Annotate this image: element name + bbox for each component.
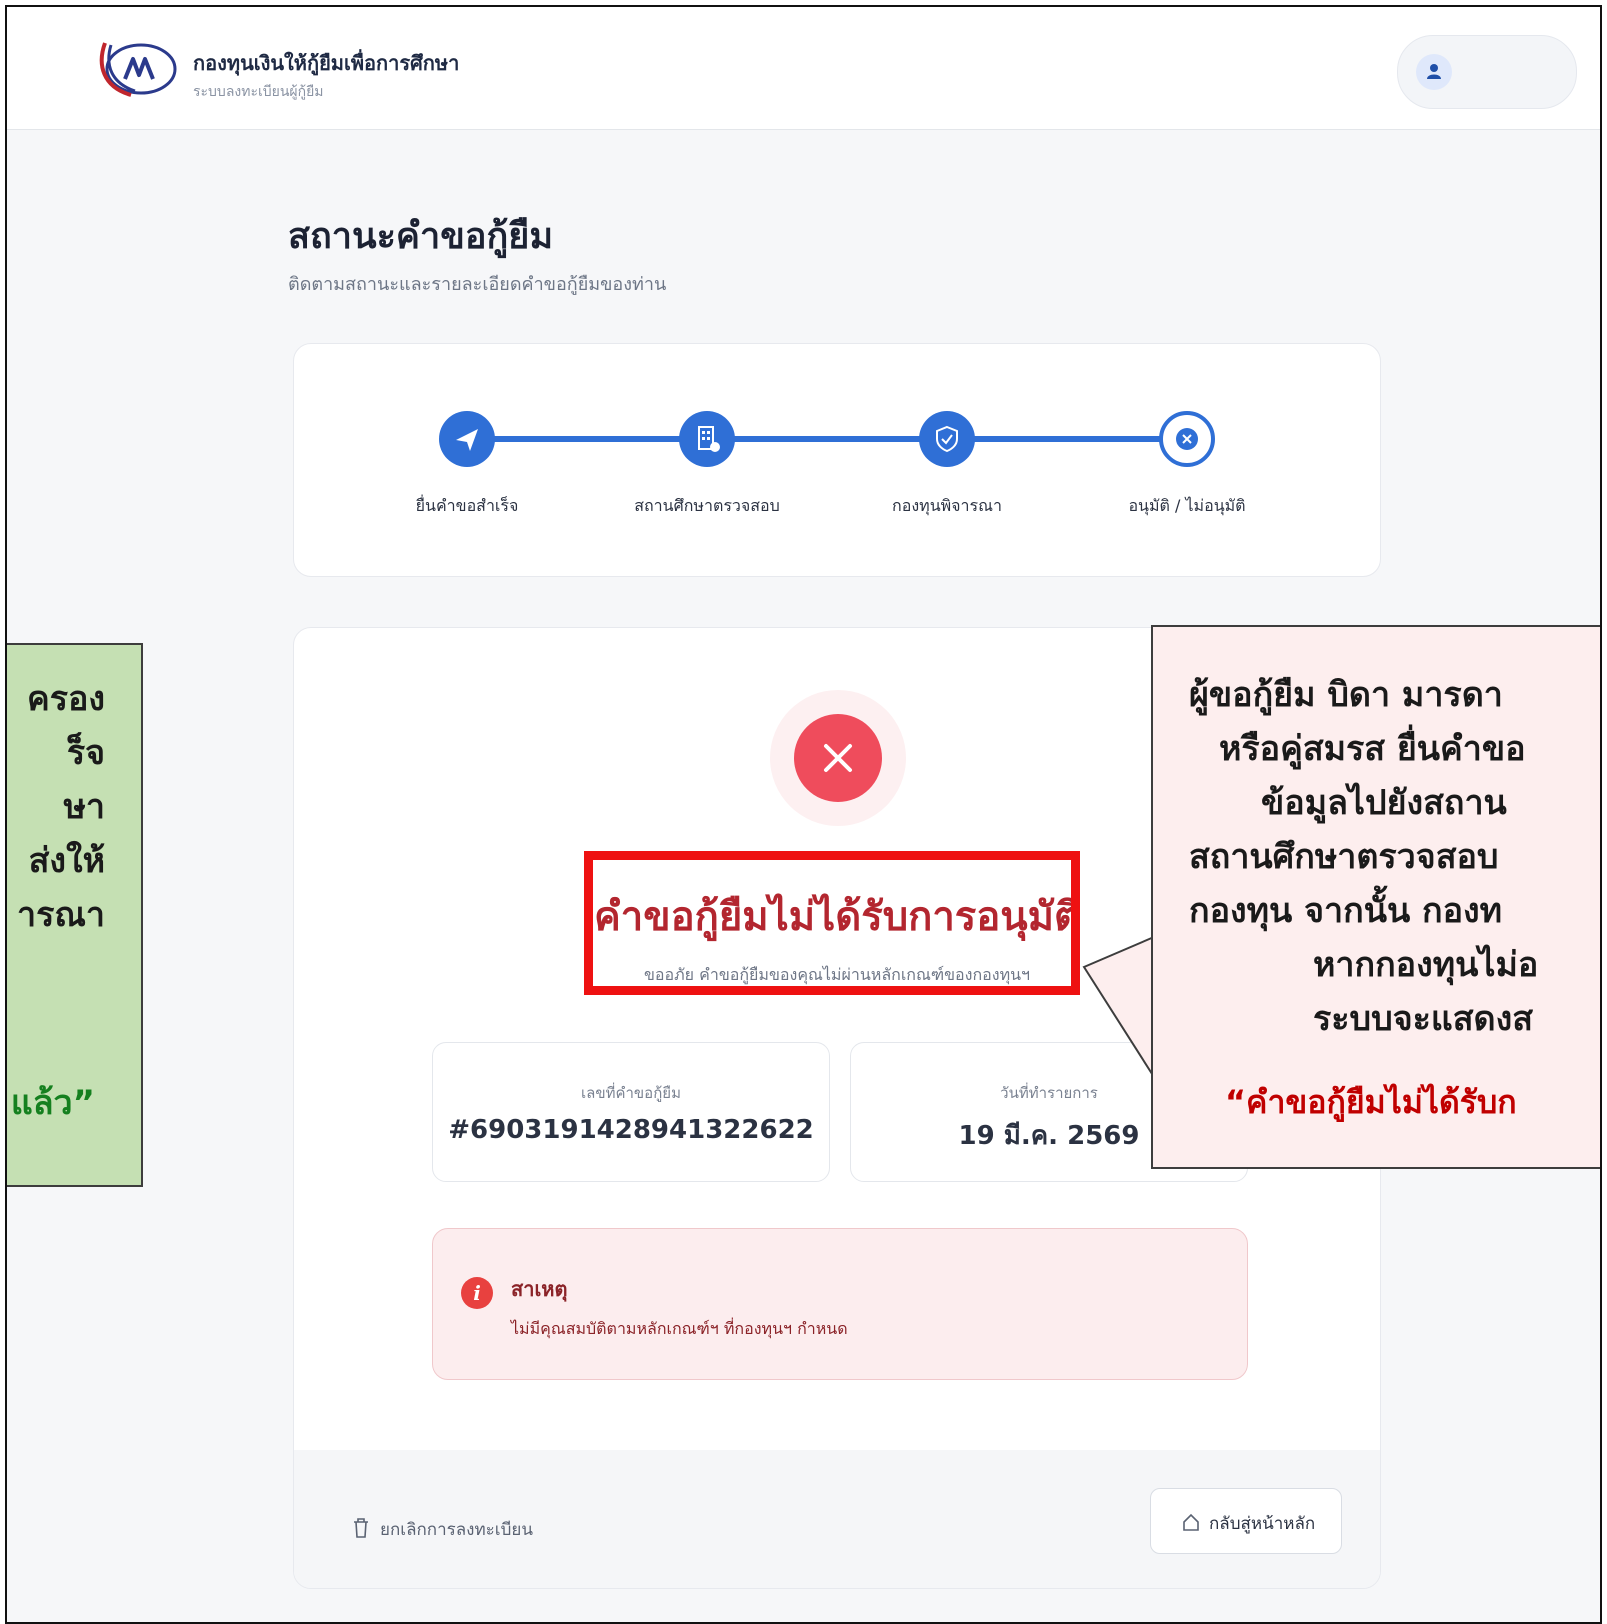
user-menu-button[interactable] (1397, 35, 1577, 109)
reason-alert: i สาเหตุ ไม่มีคุณสมบัติตามหลักเกณฑ์ฯ ที่… (432, 1228, 1248, 1380)
stepper-track (489, 436, 1209, 442)
reason-title: สาเหตุ (511, 1277, 568, 1301)
page-subtitle: ติดตามสถานะและรายละเอียดคำขอกู้ยืมของท่า… (288, 274, 667, 295)
note-left-line: ารณา (17, 895, 105, 935)
reason-text: ไม่มีคุณสมบัติตามหลักเกณฑ์ฯ ที่กองทุนฯ ก… (511, 1319, 848, 1338)
cancel-registration-label: ยกเลิกการลงทะเบียน (380, 1520, 533, 1540)
annotation-note-left: ครอง ร็จ ษา ส่งให้ ารณา แล้ว” (7, 643, 143, 1187)
result-footer: ยกเลิกการลงทะเบียน กลับสู่หน้าหลัก (294, 1450, 1380, 1588)
building-check-icon (679, 411, 735, 467)
note-right-line: สถานศึกษาตรวจสอบ (1189, 837, 1499, 877)
note-left-line: ร็จ (66, 733, 105, 773)
step-label-school-review: สถานศึกษาตรวจสอบ (634, 496, 780, 515)
request-number-label: เลขที่คำขอกู้ยืม (581, 1084, 681, 1102)
info-icon: i (461, 1277, 493, 1309)
note-right-line: ข้อมูลไปยังสถาน (1261, 783, 1507, 823)
status-stepper: ยื่นคำขอสำเร็จ สถานศึกษาตรวจสอบ กองทุนพิ… (293, 343, 1381, 577)
highlight-rejection-box (584, 851, 1080, 995)
x-circle-icon (1159, 411, 1215, 467)
note-right-quote: “คำขอกู้ยืมไม่ได้รับก (1225, 1083, 1517, 1121)
note-right-line: หรือคู่สมรส ยื่นคำขอ (1219, 729, 1526, 769)
note-left-line: ส่งให้ (28, 841, 105, 881)
step-label-submitted: ยื่นคำขอสำเร็จ (415, 496, 519, 515)
note-right-line: ระบบจะแสดงส (1313, 999, 1533, 1039)
trash-icon (352, 1517, 370, 1544)
note-right-line: กองทุน จากนั้น กองท (1189, 891, 1503, 931)
request-number-value: #6903191428941322622 (448, 1115, 814, 1145)
annotation-note-right: ผู้ขอกู้ยืม บิดา มารดา หรือคู่สมรส ยื่นค… (1151, 625, 1600, 1169)
user-icon (1416, 54, 1452, 90)
app-window: กองทุนเงินให้กู้ยืมเพื่อการศึกษา ระบบลงท… (5, 5, 1602, 1624)
back-home-label: กลับสู่หน้าหลัก (1209, 1514, 1316, 1534)
note-left-line: ษา (63, 787, 105, 827)
brand-subtitle: ระบบลงทะเบียนผู้กู้ยืม (193, 84, 324, 100)
home-icon (1181, 1512, 1201, 1536)
shield-check-icon (919, 411, 975, 467)
cancel-registration-link[interactable]: ยกเลิกการลงทะเบียน (352, 1516, 533, 1544)
fund-logo-icon[interactable] (95, 35, 179, 101)
top-bar: กองทุนเงินให้กู้ยืมเพื่อการศึกษา ระบบลงท… (7, 7, 1600, 130)
note-left-quote: แล้ว” (10, 1083, 95, 1123)
request-number-box: เลขที่คำขอกู้ยืม #6903191428941322622 (432, 1042, 830, 1182)
back-home-button[interactable]: กลับสู่หน้าหลัก (1150, 1488, 1342, 1554)
note-right-line: หากกองทุนไม่อ (1313, 945, 1539, 985)
rejected-status-icon (770, 690, 906, 826)
step-label-decision: อนุมัติ / ไม่อนุมัติ (1128, 496, 1246, 515)
page-title: สถานะคำขอกู้ยืม (288, 216, 554, 257)
step-label-fund-review: กองทุนพิจารณา (892, 496, 1002, 515)
send-icon (439, 411, 495, 467)
note-right-line: ผู้ขอกู้ยืม บิดา มารดา (1189, 675, 1503, 715)
note-left-line: ครอง (26, 679, 105, 719)
brand-title: กองทุนเงินให้กู้ยืมเพื่อการศึกษา (193, 51, 460, 75)
